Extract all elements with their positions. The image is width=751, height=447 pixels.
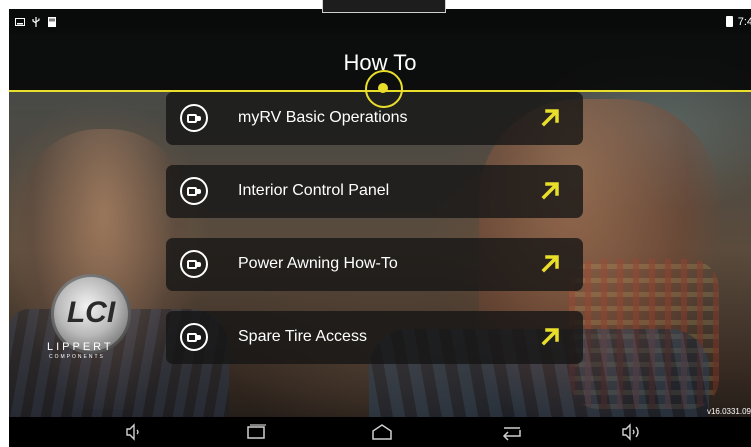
touch-indicator-dot (378, 83, 388, 93)
arrow-up-right-icon (541, 328, 559, 346)
menu-item-label: Power Awning How-To (238, 255, 398, 272)
menu-item-spare-tire-access[interactable]: Spare Tire Access (166, 311, 583, 364)
navigation-bar (9, 417, 751, 447)
video-camera-icon (180, 323, 208, 351)
menu-item-interior-control-panel[interactable]: Interior Control Panel (166, 165, 583, 218)
menu-item-label: Spare Tire Access (238, 328, 367, 345)
recent-apps-icon[interactable] (241, 422, 271, 442)
back-icon[interactable] (497, 422, 527, 442)
device-frame: 7:4 How To myRV Basic Operations Interio… (0, 0, 751, 447)
home-icon[interactable] (367, 422, 397, 442)
brand-name: LIPPERT (47, 341, 114, 353)
menu-item-label: Interior Control Panel (238, 182, 390, 199)
arrow-up-right-icon (541, 182, 559, 200)
status-clock: 7:4 (737, 16, 751, 28)
tablet-screen: 7:4 How To myRV Basic Operations Interio… (9, 9, 751, 447)
usb-icon (32, 17, 40, 27)
storage-icon (48, 17, 56, 27)
version-label: v16.0331.09 (706, 407, 751, 416)
battery-icon (726, 16, 733, 27)
arrow-up-right-icon (541, 255, 559, 273)
screenshot-icon (15, 18, 25, 26)
video-camera-icon (180, 104, 208, 132)
video-camera-icon (180, 250, 208, 278)
menu-item-power-awning-how-to[interactable]: Power Awning How-To (166, 238, 583, 291)
device-top-tab (322, 0, 446, 13)
menu-item-label: myRV Basic Operations (238, 109, 408, 126)
volume-down-icon[interactable] (119, 422, 149, 442)
volume-up-icon[interactable] (617, 422, 647, 442)
video-camera-icon (180, 177, 208, 205)
arrow-up-right-icon (541, 109, 559, 127)
logo-mark: LCI (66, 296, 116, 329)
brand-subtitle: COMPONENTS (49, 354, 105, 360)
